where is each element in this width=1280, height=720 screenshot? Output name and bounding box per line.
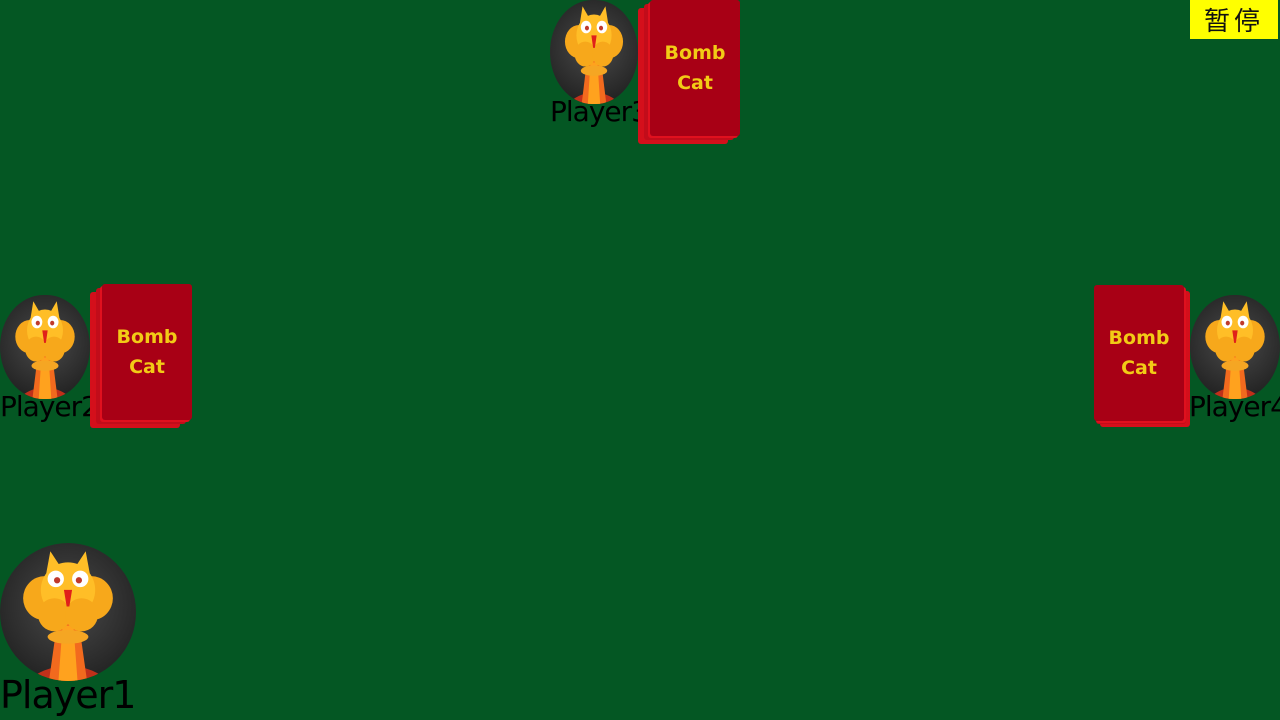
player3-avatar: [550, 0, 638, 104]
player2-avatar: [0, 295, 90, 399]
player3-card-deck[interactable]: Bomb Cat: [638, 0, 740, 144]
bomb-cat-icon: [15, 301, 75, 399]
card-title-line2: Cat: [677, 72, 713, 94]
player2-seat: Player2: [0, 295, 99, 427]
player4-avatar: [1190, 295, 1280, 399]
card-title-line1: Bomb: [664, 42, 726, 64]
player1-seat: Player1: [0, 543, 140, 720]
player4-name: Player4: [1189, 390, 1280, 423]
bomb-cat-icon: [1205, 301, 1265, 399]
bomb-cat-card: Bomb Cat: [1094, 285, 1184, 421]
bomb-cat-icon: [23, 551, 113, 681]
player1-avatar: [0, 543, 136, 681]
bomb-cat-card: Bomb Cat: [102, 284, 192, 420]
player4-card-deck[interactable]: Bomb Cat: [1092, 285, 1194, 429]
card-title-line2: Cat: [1121, 357, 1157, 379]
pause-button[interactable]: 暂停: [1190, 0, 1278, 39]
player3-name: Player3: [550, 95, 649, 128]
bomb-cat-card: Bomb Cat: [650, 0, 740, 136]
bomb-cat-icon: [564, 6, 624, 104]
player2-name: Player2: [0, 390, 99, 423]
card-title-line1: Bomb: [1108, 327, 1170, 349]
player3-seat: Player3: [550, 0, 649, 132]
card-title-line1: Bomb: [116, 326, 178, 348]
player2-card-deck[interactable]: Bomb Cat: [90, 284, 192, 428]
card-title-line2: Cat: [129, 356, 165, 378]
player1-name: Player1: [0, 673, 136, 717]
player4-seat: Player4: [1189, 295, 1280, 427]
